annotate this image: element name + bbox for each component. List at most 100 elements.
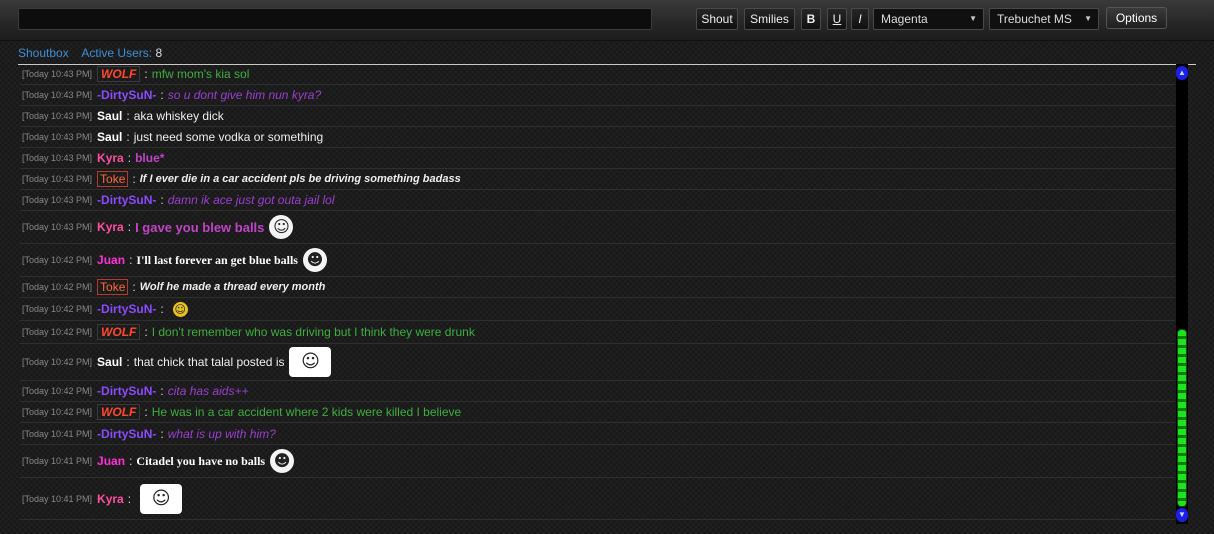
underline-button[interactable]: U bbox=[827, 8, 847, 30]
message-row: [Today 10:43 PM] Saul : just need some v… bbox=[20, 127, 1175, 148]
message-list: [Today 10:43 PM] WOLF : mfw mom's kia so… bbox=[20, 64, 1175, 524]
message-row: [Today 10:42 PM] -DirtySuN- : ☺ bbox=[20, 298, 1175, 321]
separator: : bbox=[127, 151, 132, 165]
message-row: [Today 10:41 PM] -DirtySuN- : what is up… bbox=[20, 423, 1175, 445]
color-select[interactable]: Magenta ▼ bbox=[873, 8, 984, 30]
meme-face-icon: ☺ bbox=[289, 347, 332, 377]
message-row: [Today 10:43 PM] -DirtySuN- : so u dont … bbox=[20, 85, 1175, 106]
message-text: aka whiskey dick bbox=[133, 109, 224, 123]
message-time: [Today 10:43 PM] bbox=[22, 111, 93, 121]
tab-active-users[interactable]: Active Users: bbox=[81, 46, 152, 60]
message-author[interactable]: WOLF bbox=[97, 66, 141, 82]
troll-face-icon: ☻ bbox=[270, 449, 295, 473]
message-row: [Today 10:43 PM] Saul : aka whiskey dick bbox=[20, 106, 1175, 127]
message-author[interactable]: Saul bbox=[97, 355, 122, 369]
message-author[interactable]: Toke bbox=[97, 279, 129, 295]
separator: : bbox=[127, 491, 132, 506]
shoutbox-tabs: Shoutbox Active Users: 8 bbox=[18, 44, 1196, 65]
message-author[interactable]: -DirtySuN- bbox=[97, 193, 156, 207]
active-users-count: 8 bbox=[155, 46, 163, 60]
message-text: I'll last forever an get blue balls bbox=[136, 252, 298, 267]
message-author[interactable]: Juan bbox=[97, 253, 125, 267]
message-time: [Today 10:42 PM] bbox=[22, 304, 93, 314]
message-row: [Today 10:42 PM] WOLF : He was in a car … bbox=[20, 402, 1175, 423]
separator: : bbox=[129, 454, 133, 468]
message-text: what is up with him? bbox=[167, 426, 276, 441]
separator: : bbox=[126, 130, 130, 144]
italic-button[interactable]: I bbox=[851, 8, 869, 30]
message-scrollbar[interactable]: ▲ ▼ bbox=[1176, 64, 1188, 524]
message-text: damn ik ace just got outa jail lol bbox=[167, 193, 335, 207]
message-text: mfw mom's kia sol bbox=[151, 67, 250, 81]
message-time: [Today 10:43 PM] bbox=[22, 90, 93, 100]
message-author[interactable]: Saul bbox=[97, 109, 122, 123]
separator: : bbox=[160, 384, 164, 398]
message-row: [Today 10:42 PM] -DirtySuN- : cita has a… bbox=[20, 381, 1175, 402]
message-row: [Today 10:43 PM] WOLF : mfw mom's kia so… bbox=[20, 64, 1175, 85]
separator: : bbox=[160, 426, 164, 441]
bold-button[interactable]: B bbox=[801, 8, 821, 30]
separator: : bbox=[160, 88, 164, 102]
message-text: Wolf he made a thread every month bbox=[139, 281, 326, 293]
message-row: [Today 10:43 PM] Toke : If I ever die in… bbox=[20, 169, 1175, 190]
message-time: [Today 10:42 PM] bbox=[22, 386, 93, 396]
scroll-up-icon[interactable]: ▲ bbox=[1176, 66, 1188, 80]
scroll-down-icon[interactable]: ▼ bbox=[1176, 508, 1188, 522]
scroll-thumb[interactable] bbox=[1178, 330, 1186, 506]
message-author[interactable]: Saul bbox=[97, 130, 122, 144]
message-time: [Today 10:42 PM] bbox=[22, 255, 93, 265]
message-text: that chick that talal posted is bbox=[133, 355, 285, 369]
message-text: I don't remember who was driving but I t… bbox=[151, 325, 475, 339]
message-row: [Today 10:41 PM] Juan : Citadel you have… bbox=[20, 445, 1175, 478]
message-time: [Today 10:41 PM] bbox=[22, 493, 93, 504]
separator: : bbox=[126, 109, 130, 123]
options-button[interactable]: Options bbox=[1106, 7, 1167, 29]
message-author[interactable]: Kyra bbox=[97, 492, 124, 506]
message-time: [Today 10:42 PM] bbox=[22, 407, 93, 417]
laughing-smiley-icon: ☺ bbox=[172, 301, 188, 317]
message-author[interactable]: -DirtySuN- bbox=[97, 384, 156, 398]
separator: : bbox=[144, 67, 148, 81]
message-time: [Today 10:41 PM] bbox=[22, 428, 93, 439]
message-text: blue* bbox=[135, 151, 165, 165]
message-author[interactable]: Toke bbox=[97, 171, 129, 187]
message-author[interactable]: -DirtySuN- bbox=[97, 302, 156, 316]
message-text: cita has aids++ bbox=[167, 384, 249, 398]
message-text: I gave you blew balls bbox=[135, 219, 265, 235]
separator: : bbox=[127, 220, 132, 234]
separator: : bbox=[144, 405, 148, 419]
message-time: [Today 10:43 PM] bbox=[22, 174, 93, 184]
separator: : bbox=[126, 355, 130, 369]
separator: : bbox=[160, 193, 164, 207]
message-author[interactable]: Kyra bbox=[97, 220, 124, 234]
smilies-button[interactable]: Smilies bbox=[744, 8, 795, 30]
meme-face-icon: ☺ bbox=[140, 483, 183, 514]
message-author[interactable]: WOLF bbox=[97, 324, 141, 340]
message-author[interactable]: Kyra bbox=[97, 151, 124, 165]
color-select-value: Magenta bbox=[881, 12, 928, 26]
meme-face-icon: ☺ bbox=[269, 215, 294, 239]
message-time: [Today 10:43 PM] bbox=[22, 153, 93, 163]
message-row: [Today 10:41 PM] Kyra : ☺ bbox=[20, 478, 1175, 520]
separator: : bbox=[129, 253, 133, 267]
shout-input[interactable] bbox=[18, 8, 652, 30]
tab-shoutbox[interactable]: Shoutbox bbox=[18, 46, 69, 60]
message-row: [Today 10:43 PM] -DirtySuN- : damn ik ac… bbox=[20, 190, 1175, 211]
separator: : bbox=[132, 280, 136, 294]
message-row: [Today 10:43 PM] Kyra : I gave you blew … bbox=[20, 211, 1175, 244]
font-select[interactable]: Trebuchet MS ▼ bbox=[989, 8, 1099, 30]
message-time: [Today 10:43 PM] bbox=[22, 69, 93, 79]
message-time: [Today 10:43 PM] bbox=[22, 195, 93, 205]
message-text: just need some vodka or something bbox=[133, 130, 324, 144]
message-time: [Today 10:42 PM] bbox=[22, 282, 93, 292]
shout-button[interactable]: Shout bbox=[696, 8, 738, 30]
shoutbox-toolbar: Shout Smilies B U I Magenta ▼ Trebuchet … bbox=[0, 0, 1214, 41]
message-author[interactable]: WOLF bbox=[97, 404, 141, 420]
chevron-down-icon: ▼ bbox=[1084, 14, 1092, 23]
message-author[interactable]: -DirtySuN- bbox=[97, 88, 156, 102]
message-text: He was in a car accident where 2 kids we… bbox=[151, 405, 462, 419]
font-select-value: Trebuchet MS bbox=[997, 12, 1072, 26]
chevron-down-icon: ▼ bbox=[969, 14, 977, 23]
message-author[interactable]: -DirtySuN- bbox=[97, 427, 156, 441]
message-author[interactable]: Juan bbox=[97, 454, 125, 468]
